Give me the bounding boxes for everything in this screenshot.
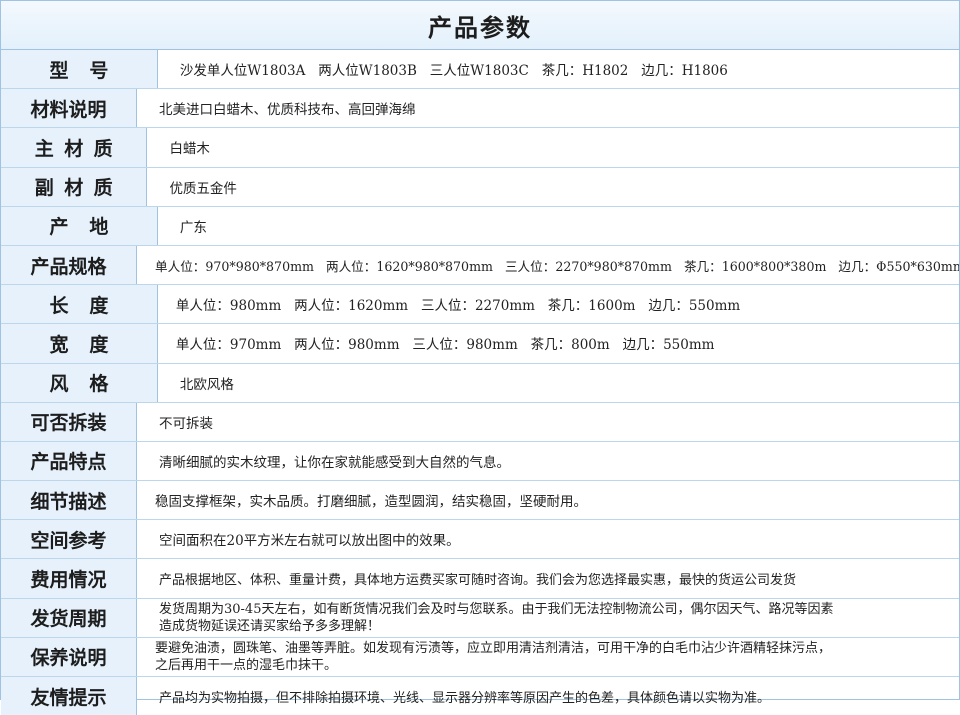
row-label: 发货周期 [1,598,137,637]
page-title: 产品参数 [428,13,532,42]
row-label: 材料说明 [1,89,137,128]
row-value: 广东 [179,219,207,236]
row-value: 稳固支撑框架，实木品质。打磨细腻，造型圆润，结实稳固，坚硬耐用。 [155,494,587,511]
row-space-reference: 空间参考 空间面积在20平方米左右就可以放出图中的效果。 [1,520,959,560]
row-label: 长度 [1,285,158,324]
row-value: 清晰细腻的实木纹理，让你在家就能感受到大自然的气息。 [159,454,510,471]
row-label: 可否拆装 [1,402,137,441]
row-main-material: 主材质 白蜡木 [1,128,959,168]
row-specifications: 产品规格 单人位：970*980*870mm 两人位：1620*980*870m… [1,245,959,286]
row-label: 宽度 [1,324,158,363]
row-value: 不可拆装 [159,415,213,432]
row-length: 长度 单人位：980mm 两人位：1620mm 三人位：2270mm 茶几：16… [1,285,959,325]
row-label: 空间参考 [1,520,137,559]
row-label: 风格 [1,363,158,402]
row-label: 细节描述 [1,481,137,520]
row-value: 优质五金件 [169,180,237,197]
row-value: 北美进口白蜡木、优质科技布、高回弹海绵 [159,102,416,119]
table-header: 产品参数 [1,1,959,50]
row-detachable: 可否拆装 不可拆装 [1,402,959,442]
row-style: 风格 北欧风格 [1,363,959,403]
row-material-description: 材料说明 北美进口白蜡木、优质科技布、高回弹海绵 [1,89,959,129]
row-label: 产地 [1,206,158,245]
row-secondary-material: 副材质 优质五金件 [1,167,959,207]
row-shipping-cost: 费用情况 产品根据地区、体积、重量计费，具体地方运费买家可随时咨询。我们会为您选… [1,559,959,599]
row-value: 北欧风格 [179,376,234,393]
row-value: 白蜡木 [169,141,210,158]
row-value: 单人位：970mm 两人位：980mm 三人位：980mm 茶几：800m 边几… [175,337,715,354]
row-origin: 产地 广东 [1,206,959,246]
row-friendly-tip: 友情提示 产品均为实物拍摄，但不排除拍摄环境、光线、显示器分辨率等原因产生的色差… [1,677,959,715]
row-label: 友情提示 [1,677,137,715]
row-model: 型号 沙发单人位W1803A 两人位W1803B 三人位W1803C 茶几：H1… [1,50,959,90]
row-features: 产品特点 清晰细腻的实木纹理，让你在家就能感受到大自然的气息。 [1,441,959,482]
row-label: 保养说明 [1,637,137,676]
row-value: 空间面积在20平方米左右就可以放出图中的效果。 [159,533,460,550]
row-label: 产品特点 [1,441,137,481]
row-value: 单人位：980mm 两人位：1620mm 三人位：2270mm 茶几：1600m… [175,298,741,315]
row-value: 发货周期为30-45天左右，如有断货情况我们会及时与您联系。由于我们无法控制物流… [159,601,834,634]
row-label: 主材质 [1,128,148,167]
row-value: 产品均为实物拍摄，但不排除拍摄环境、光线、显示器分辨率等原因产生的色差，具体颜色… [159,690,771,706]
row-label: 费用情况 [1,559,137,598]
row-value: 沙发单人位W1803A 两人位W1803B 三人位W1803C 茶几：H1802… [179,63,728,80]
row-delivery-cycle: 发货周期 发货周期为30-45天左右，如有断货情况我们会及时与您联系。由于我们无… [1,598,959,638]
row-details: 细节描述 稳固支撑框架，实木品质。打磨细腻，造型圆润，结实稳固，坚硬耐用。 [1,481,959,521]
row-value: 单人位：970*980*870mm 两人位：1620*980*870mm 三人位… [155,258,959,274]
parameter-rows: 型号 沙发单人位W1803A 两人位W1803B 三人位W1803C 茶几：H1… [1,50,959,715]
row-label: 副材质 [1,167,148,206]
row-value: 要避免油渍，圆珠笔、油墨等弄脏。如发现有污渍等，应立即用清洁剂清洁，可用干净的白… [155,640,832,673]
row-label: 产品规格 [1,245,137,285]
row-width: 宽度 单人位：970mm 两人位：980mm 三人位：980mm 茶几：800m… [1,324,959,364]
row-label: 型号 [1,50,158,89]
product-parameters-table: 产品参数 型号 沙发单人位W1803A 两人位W1803B 三人位W1803C … [0,0,960,715]
row-value: 产品根据地区、体积、重量计费，具体地方运费买家可随时咨询。我们会为您选择最实惠，… [159,573,797,589]
row-maintenance: 保养说明 要避免油渍，圆珠笔、油墨等弄脏。如发现有污渍等，应立即用清洁剂清洁，可… [1,637,959,677]
